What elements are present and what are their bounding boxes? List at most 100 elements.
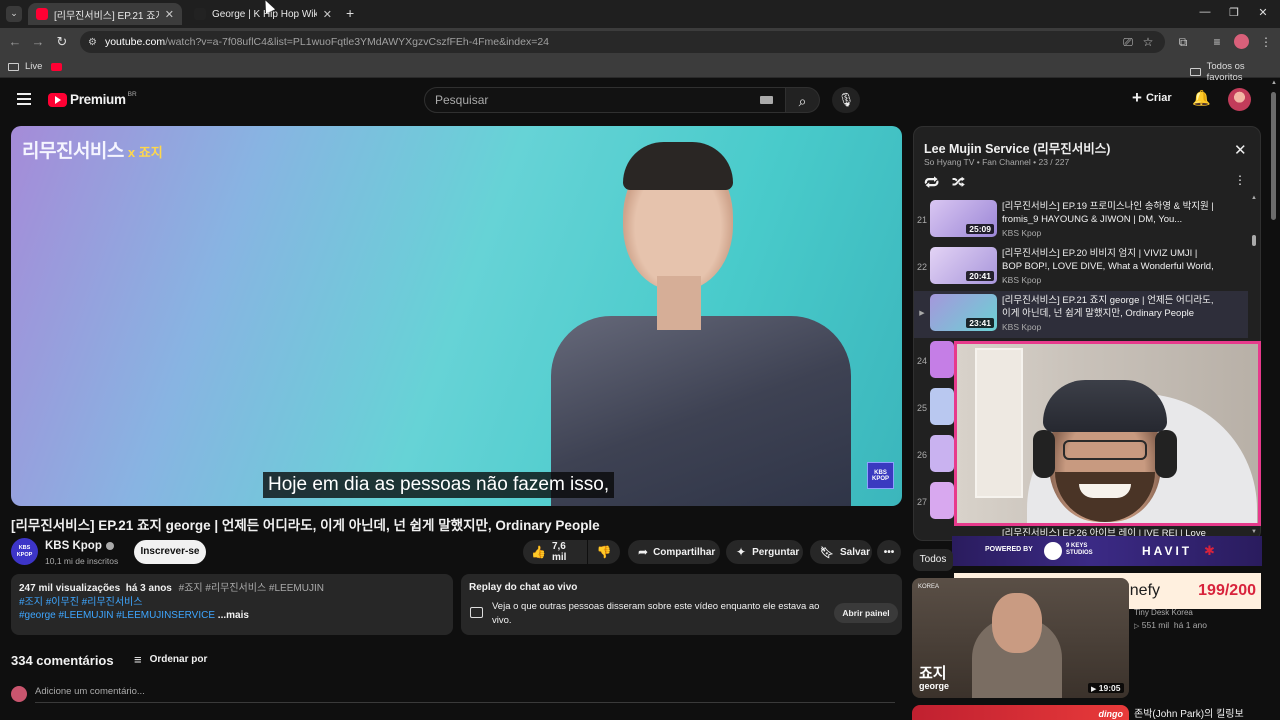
- show-more-link[interactable]: ...mais: [218, 610, 249, 621]
- voice-search-button[interactable]: 🎙: [832, 87, 860, 113]
- chat-icon: [470, 607, 483, 618]
- open-chat-panel-button[interactable]: Abrir painel: [834, 603, 898, 623]
- like-button[interactable]: 👍 7,6 mil: [523, 540, 587, 564]
- shorts-play-icon: ▶: [1091, 686, 1097, 693]
- recommended-channel[interactable]: Tiny Desk Korea: [1134, 608, 1193, 617]
- search-button[interactable]: ⌕: [786, 87, 820, 113]
- chat-replay-title: Replay do chat ao vivo: [469, 582, 578, 593]
- share-button[interactable]: ➦ Compartilhar: [628, 540, 720, 564]
- shuffle-icon[interactable]: 🔀︎: [952, 173, 965, 192]
- youtube-bookmark-icon[interactable]: [51, 63, 62, 71]
- youtube-favicon-icon: [36, 8, 48, 20]
- video-overlay-logo: 리무진서비스 x 죠지: [22, 141, 163, 162]
- video-corner-badge: KBS KPOP: [867, 462, 894, 489]
- chat-replay-text: Veja o que outras pessoas disseram sobre…: [492, 601, 820, 626]
- channel-name[interactable]: KBS Kpop: [45, 540, 114, 552]
- playlist-title[interactable]: Lee Mujin Service (리무진서비스): [924, 138, 1110, 157]
- playlist-item[interactable]: 21 25:09 [리무진서비스] EP.19 프로미스나인 송하영 & 박지원…: [914, 197, 1248, 244]
- upload-age: há 3 anos: [125, 583, 172, 594]
- plus-icon: +: [1132, 88, 1142, 107]
- sort-comments-button[interactable]: ≡ Ordenar por: [134, 652, 207, 667]
- maximize-icon[interactable]: ❐: [1224, 6, 1244, 19]
- search-input[interactable]: Pesquisar: [424, 87, 786, 113]
- subscriber-count: 10,1 mi de inscritos: [45, 556, 119, 566]
- recommended-badge: KOREA: [918, 584, 940, 590]
- loop-icon[interactable]: 🔁︎: [924, 172, 939, 194]
- hashtags-line[interactable]: #george #LEEMUJIN #LEEMUJINSERVICE: [19, 610, 215, 621]
- keyboard-icon[interactable]: [760, 96, 773, 104]
- playlist-item[interactable]: 22 20:41 [리무진서비스] EP.20 비비지 엄지 | VIVIZ U…: [914, 244, 1248, 291]
- close-tab-icon[interactable]: ✕: [323, 8, 332, 21]
- extensions-icon[interactable]: ⧉: [1175, 35, 1191, 50]
- subs-goal-count: 199/200: [1198, 582, 1256, 599]
- recommended-title[interactable]: 존박(John Park)의 킬링보: [1134, 705, 1244, 720]
- recommended-thumb-subtext: george: [919, 681, 950, 691]
- create-button[interactable]: + Criar: [1132, 88, 1172, 107]
- thumbs-down-icon: 👎: [596, 545, 612, 559]
- guide-menu-icon[interactable]: [17, 93, 31, 105]
- sort-icon: ≡: [134, 652, 142, 667]
- recommended-video-thumbnail[interactable]: KOREA 죠지 george ▶ 19:05: [912, 578, 1129, 698]
- sponsor-logo-icon: [1044, 542, 1062, 560]
- address-bar[interactable]: ⚙ youtube.com/watch?v=a-7f08uflC4&list=P…: [80, 31, 1165, 53]
- logo-text: Premium: [70, 92, 126, 107]
- profile-avatar[interactable]: [1234, 34, 1249, 49]
- dislike-button[interactable]: 👎: [588, 540, 620, 564]
- playlist-meta: So Hyang TV • Fan Channel • 23 / 227: [924, 157, 1070, 167]
- browser-menu-icon[interactable]: ⋮: [1258, 35, 1274, 49]
- sparkle-icon: ✦: [736, 545, 747, 559]
- close-window-icon[interactable]: ✕: [1253, 6, 1273, 19]
- folder-icon: [1190, 68, 1201, 76]
- close-tab-icon[interactable]: ✕: [165, 8, 174, 21]
- streamer-cap: [1043, 380, 1167, 432]
- more-icon: •••: [883, 546, 895, 558]
- notifications-bell-icon[interactable]: 🔔: [1192, 89, 1211, 107]
- powered-by-label: POWERED BY: [985, 546, 1033, 553]
- url-path: /watch?v=a-7f08uflC4&list=PL1wuoFqtle3YM…: [165, 36, 550, 48]
- close-playlist-icon[interactable]: ✕: [1234, 141, 1247, 159]
- channel-avatar[interactable]: KBS KPOP: [11, 538, 38, 565]
- description-box[interactable]: 247 mil visualizações há 3 anos #죠지 #리무진…: [11, 574, 453, 635]
- playlist-menu-icon[interactable]: ⋮: [1234, 173, 1246, 187]
- more-actions-button[interactable]: •••: [877, 540, 901, 564]
- description-tags: #죠지 #리무진서비스 #LEEMUJIN: [178, 583, 324, 594]
- add-comment-input[interactable]: Adicione um comentário...: [35, 686, 895, 703]
- recommended-video-thumbnail[interactable]: dingo: [912, 705, 1129, 720]
- reload-icon[interactable]: ↻: [53, 34, 71, 50]
- bookmark-live[interactable]: Live: [8, 61, 42, 72]
- bookmarks-bar: Live Todos os favoritos: [0, 56, 1280, 83]
- playlist-thumbnail: [930, 341, 954, 378]
- sponsor-1: 9 KEYS STUDIOS: [1066, 543, 1093, 556]
- reading-list-icon[interactable]: ≡: [1209, 35, 1225, 49]
- comments-count: 334 comentários: [11, 653, 114, 668]
- page-scrollbar[interactable]: ▲: [1270, 80, 1278, 720]
- site-info-icon[interactable]: ⚙: [88, 37, 97, 48]
- url-host: youtube.com: [104, 36, 166, 48]
- account-avatar[interactable]: [1228, 88, 1251, 111]
- browser-toolbar: ← → ↻ ⚙ youtube.com/watch?v=a-7f08uflC4&…: [0, 28, 1280, 56]
- filter-chip-all[interactable]: Todos: [913, 549, 953, 571]
- back-icon[interactable]: ←: [6, 34, 24, 49]
- forward-icon[interactable]: →: [29, 34, 47, 49]
- playlist-thumbnail: [930, 388, 954, 425]
- youtube-logo[interactable]: Premium BR: [48, 91, 137, 107]
- playlist-thumbnail: [930, 482, 954, 519]
- save-button[interactable]: 🔖︎ Salvar: [810, 540, 872, 564]
- thumbs-up-icon: 👍: [531, 545, 546, 559]
- video-title: [리무진서비스] EP.21 죠지 george | 언제든 어디라도, 이게 …: [11, 518, 600, 533]
- tab-search-icon[interactable]: ⌄: [6, 6, 22, 22]
- hashtags-line[interactable]: #조지 #이무진 #리무진서비스: [19, 596, 445, 610]
- region-code: BR: [127, 91, 137, 98]
- playlist-item-current[interactable]: ▶ 23:41 [리무진서비스] EP.21 죠지 george | 언제든 어…: [914, 291, 1248, 338]
- video-player[interactable]: 리무진서비스 x 죠지 KBS KPOP: [11, 126, 902, 506]
- browser-tab-youtube[interactable]: [리무진서비스] EP.21 죠지 george ✕: [28, 3, 182, 25]
- new-tab-icon[interactable]: +: [346, 5, 354, 21]
- ask-button[interactable]: ✦ Perguntar: [726, 540, 803, 564]
- playlist-thumbnail: [930, 435, 954, 472]
- subscribe-button[interactable]: Inscrever-se: [134, 540, 206, 564]
- video-caption: Hoje em dia as pessoas não fazem isso,: [263, 472, 615, 498]
- minimize-icon[interactable]: —: [1195, 6, 1215, 18]
- install-app-icon[interactable]: ⎚: [1120, 35, 1136, 50]
- bookmark-star-icon[interactable]: ☆: [1140, 35, 1156, 49]
- play-count-icon: ▷: [1134, 623, 1140, 630]
